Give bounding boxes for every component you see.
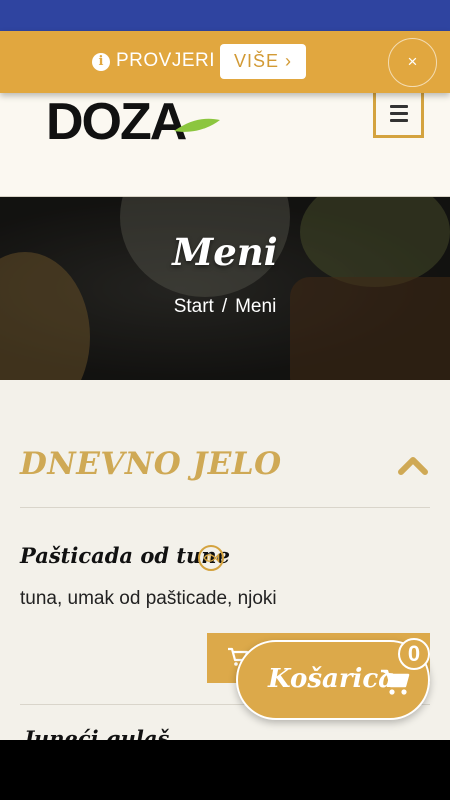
hamburger-icon	[390, 105, 408, 126]
section-title: DNEVNO JELO	[20, 446, 282, 482]
more-button[interactable]: VIŠE ›	[220, 44, 306, 79]
dish-description: tuna, umak od pašticade, njoki	[20, 588, 277, 609]
page-title: Meni	[172, 230, 278, 274]
hamburger-menu-button[interactable]	[373, 93, 424, 138]
hero-banner: Meni Start / Meni	[0, 197, 450, 380]
section-header[interactable]: DNEVNO JELO	[20, 446, 430, 508]
doza-logo[interactable]: DOZA	[46, 93, 221, 141]
cart-icon	[381, 669, 410, 695]
cart-label: Košarica	[268, 664, 396, 694]
dish-name: Junеći gulaš	[24, 726, 170, 740]
cart-count-badge: 0	[398, 638, 430, 670]
breadcrumb-current: Meni	[235, 296, 277, 317]
chevron-up-icon[interactable]	[398, 454, 428, 476]
breadcrumb-separator: /	[221, 296, 228, 317]
breadcrumb-home-link[interactable]: Start	[174, 296, 214, 317]
promo-banner: i PROVJERI VIŠE › ×	[0, 31, 450, 93]
info-icon: i	[92, 53, 110, 71]
promo-text: PROVJERI	[116, 50, 216, 71]
site-header: DOZA	[0, 93, 450, 197]
system-navigation-bar	[0, 740, 450, 800]
fish-icon	[198, 545, 224, 571]
svg-text:DOZA: DOZA	[46, 93, 187, 141]
status-bar	[0, 0, 450, 31]
close-promo-button[interactable]: ×	[388, 38, 437, 87]
breadcrumb: Start / Meni	[0, 296, 450, 318]
